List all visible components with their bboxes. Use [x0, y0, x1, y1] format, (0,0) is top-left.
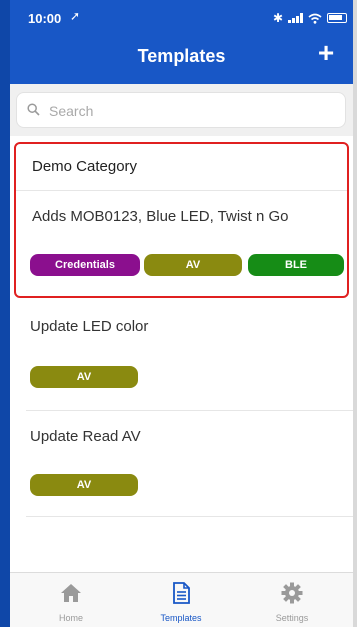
template-title: Update Read AV — [30, 428, 141, 445]
bluetooth-icon: ✱ — [272, 11, 283, 25]
list-item[interactable]: Update LED color AV — [14, 312, 349, 406]
list-item[interactable]: Update Read AV AV — [14, 422, 349, 516]
document-icon — [173, 582, 190, 604]
category-card[interactable]: Demo Category Adds MOB0123, Blue LED, Tw… — [14, 142, 349, 298]
wifi-icon — [308, 13, 322, 24]
page-title: Templates — [137, 46, 226, 66]
add-template-button[interactable]: + — [313, 39, 339, 67]
tag-credentials: Credentials — [30, 254, 140, 276]
template-title: Update LED color — [30, 318, 149, 335]
tab-home[interactable]: Home — [26, 573, 116, 627]
tab-settings[interactable]: Settings — [247, 573, 337, 627]
navigation-header: 10:00 ➚ ✱ Templates + — [10, 0, 353, 84]
divider — [26, 516, 353, 517]
category-title: Demo Category — [32, 158, 138, 175]
divider — [16, 190, 347, 191]
battery-icon — [327, 13, 347, 23]
templates-list: Demo Category Adds MOB0123, Blue LED, Tw… — [10, 136, 353, 572]
app-screen: 10:00 ➚ ✱ Templates + Search Demo Catego… — [0, 0, 357, 627]
tab-bar: Home Templates Settings — [10, 572, 353, 627]
gear-icon — [281, 582, 303, 604]
status-time: 10:00 — [28, 11, 62, 26]
tab-templates-label: Templates — [160, 613, 202, 623]
search-input[interactable] — [49, 101, 329, 121]
search-bar-container — [10, 84, 353, 136]
status-icons: ✱ — [273, 11, 347, 25]
tab-templates[interactable]: Templates — [136, 573, 226, 627]
tag-av: AV — [144, 254, 242, 276]
tag-av: AV — [30, 366, 138, 388]
tab-settings-label: Settings — [275, 613, 309, 623]
status-bar: 10:00 ➚ ✱ — [10, 0, 353, 34]
search-field[interactable] — [16, 92, 346, 128]
tab-home-label: Home — [58, 613, 83, 623]
divider — [26, 410, 353, 411]
template-title: Adds MOB0123, Blue LED, Twist n Go — [32, 208, 289, 225]
search-icon — [27, 103, 40, 116]
cellular-signal-icon — [288, 13, 303, 23]
tag-av: AV — [30, 474, 138, 496]
location-arrow-icon: ➚ — [70, 9, 81, 23]
tag-ble: BLE — [248, 254, 344, 276]
home-icon — [61, 584, 81, 602]
